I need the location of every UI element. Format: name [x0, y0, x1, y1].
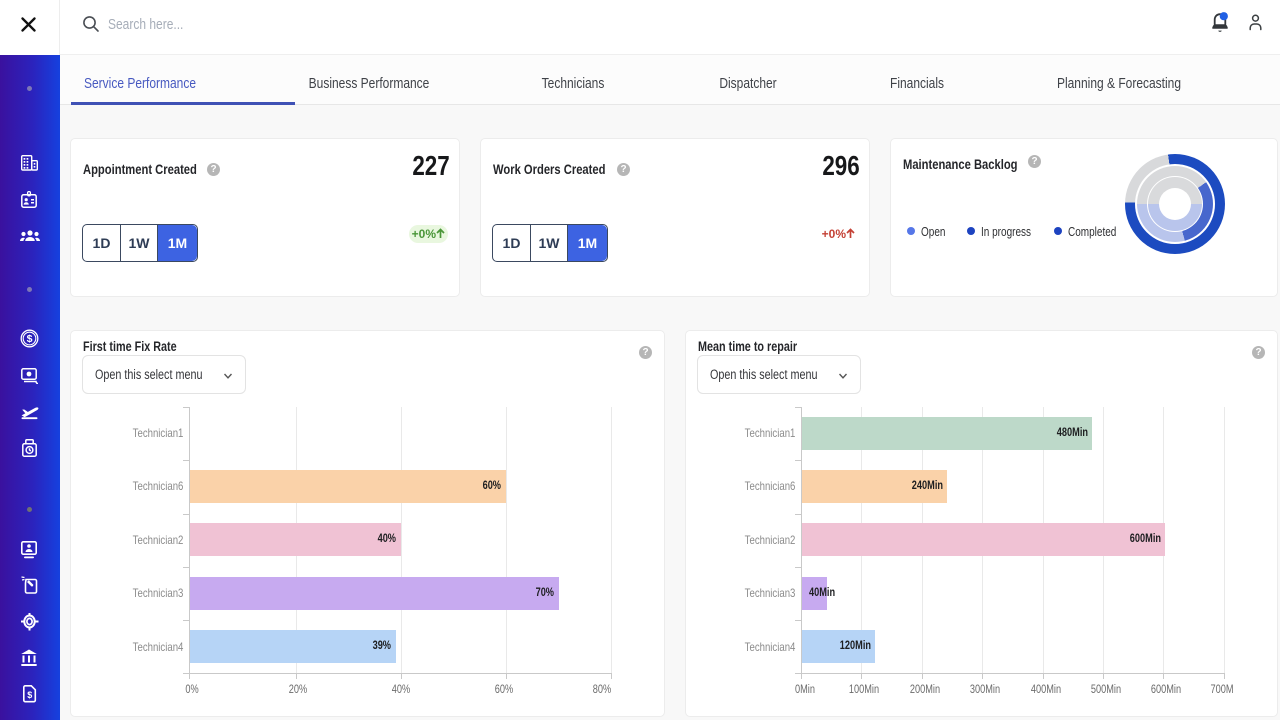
svg-text:$: $: [27, 690, 32, 700]
svg-text:$: $: [27, 333, 33, 345]
